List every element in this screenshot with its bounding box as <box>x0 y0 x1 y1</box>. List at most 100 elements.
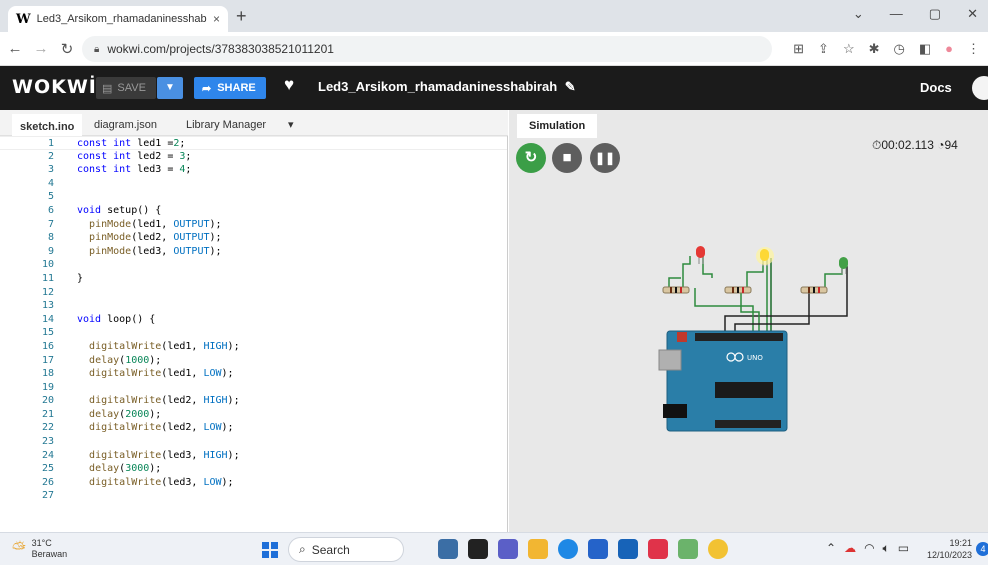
system-clock[interactable]: 19:21 12/10/2023 <box>922 537 972 561</box>
line-number: 19 <box>41 381 54 393</box>
wire-led1-anode <box>682 256 691 288</box>
minimize-button[interactable]: — <box>890 6 903 22</box>
bookmark-star-icon[interactable]: ☆ <box>843 41 855 57</box>
chrome-icon[interactable] <box>708 539 728 559</box>
code-line[interactable]: 14 void loop() { <box>0 313 507 327</box>
line-number: 3 <box>47 164 54 176</box>
project-title-text: Led3_Arsikom_rhamadaninesshabirah <box>318 79 558 94</box>
windows-start-icon[interactable] <box>262 542 278 558</box>
task-view-icon[interactable] <box>468 539 488 559</box>
code-line[interactable]: 7 pinMode(led1, OUTPUT); <box>0 218 507 232</box>
code-line[interactable]: 3 const int led3 = 4; <box>0 163 507 177</box>
save-button[interactable]: ▤ SAVE <box>96 77 156 99</box>
profile-pin-icon[interactable]: ● <box>945 41 953 57</box>
code-line[interactable]: 4 <box>0 177 507 191</box>
line-number: 22 <box>41 422 54 434</box>
code-line[interactable]: 21 delay(2000); <box>0 408 507 422</box>
code-line[interactable]: 2 const int led2 = 3; <box>0 150 507 164</box>
code-text: } <box>77 272 84 284</box>
share-page-icon[interactable]: ⇪ <box>818 41 829 57</box>
battery-icon[interactable]: ▭ <box>898 541 909 556</box>
line-number: 20 <box>41 395 54 407</box>
taskbar-search[interactable]: ⌕ Search <box>288 537 404 562</box>
code-line[interactable]: 25 delay(3000); <box>0 462 507 476</box>
code-line[interactable]: 27 <box>0 489 507 503</box>
line-number: 1 <box>47 138 54 149</box>
tab-sketch-ino[interactable]: sketch.ino <box>12 114 83 136</box>
wire-led3-anode <box>824 266 843 288</box>
notification-badge[interactable]: 4 <box>976 542 988 556</box>
browser-menu-icon[interactable]: ⋮ <box>967 41 980 57</box>
side-panel-icon[interactable]: ◧ <box>919 41 931 57</box>
close-window-button[interactable]: ✕ <box>967 6 978 22</box>
forward-arrow-icon[interactable]: → <box>30 40 52 57</box>
mcafee-icon[interactable] <box>648 539 668 559</box>
code-text: delay(3000); <box>89 463 162 475</box>
code-editor[interactable]: 1 const int led1 =2; 2 const int led2 = 3; 3… <box>0 136 508 532</box>
wokwi-logo[interactable]: WOKWİ <box>12 76 97 98</box>
app-l-icon[interactable] <box>618 539 638 559</box>
code-line[interactable]: 24 digitalWrite(led3, HIGH); <box>0 449 507 463</box>
teams-icon[interactable] <box>498 539 518 559</box>
network-alert-icon[interactable]: ☁ <box>844 541 856 556</box>
weather-widget[interactable]: ⛅︎ 31°C Berawan <box>12 538 67 560</box>
line-number: 23 <box>41 436 54 448</box>
code-line[interactable]: 1 const int led1 =2; <box>0 136 507 150</box>
code-line[interactable]: 8 pinMode(led2, OUTPUT); <box>0 231 507 245</box>
store-icon[interactable] <box>588 539 608 559</box>
pencil-icon[interactable]: ✎ <box>565 79 576 94</box>
tab-library-manager[interactable]: Library Manager <box>178 114 274 136</box>
back-arrow-icon[interactable]: ← <box>4 40 26 57</box>
code-text: delay(2000); <box>89 408 162 420</box>
code-line[interactable]: 5 <box>0 190 507 204</box>
line-number: 25 <box>41 463 54 475</box>
code-line[interactable]: 11} <box>0 272 507 286</box>
browser-tab[interactable]: W Led3_Arsikom_rhamadaninesshabirah - Wo… <box>8 6 228 32</box>
code-line[interactable]: 20 digitalWrite(led2, HIGH); <box>0 394 507 408</box>
history-icon[interactable]: ◷ <box>894 41 905 57</box>
code-line[interactable]: 26 digitalWrite(led3, LOW); <box>0 476 507 490</box>
file-explorer-icon[interactable] <box>528 539 548 559</box>
maximize-button[interactable]: ▢ <box>929 6 941 22</box>
code-line[interactable]: 10 <box>0 258 507 272</box>
code-line[interactable]: 15 <box>0 326 507 340</box>
tab-diagram-json[interactable]: diagram.json <box>86 114 165 136</box>
chevron-up-icon[interactable]: ⌃ <box>826 541 836 556</box>
code-line[interactable]: 19 <box>0 381 507 395</box>
code-line[interactable]: 17 delay(1000); <box>0 354 507 368</box>
code-line[interactable]: 9 pinMode(led3, OUTPUT); <box>0 245 507 259</box>
code-line[interactable]: 6 void setup() { <box>0 204 507 218</box>
project-title[interactable]: Led3_Arsikom_rhamadaninesshabirah ✎ <box>318 79 576 95</box>
heart-icon[interactable]: ♥ <box>284 75 294 95</box>
editor-tabs-dropdown-icon[interactable]: ▾ <box>280 114 302 136</box>
line-number: 4 <box>47 177 54 189</box>
volume-icon[interactable]: 🔈︎ <box>883 541 890 556</box>
code-line[interactable]: 22 digitalWrite(led2, LOW); <box>0 421 507 435</box>
windows-taskbar: ⛅︎ 31°C Berawan ⌕ Search ⌃ ☁ ◠ 🔈︎ ▭ 19:2… <box>0 532 988 565</box>
new-tab-button[interactable]: + <box>236 6 247 27</box>
code-line[interactable]: 16 digitalWrite(led1, HIGH); <box>0 340 507 354</box>
paint-icon[interactable] <box>678 539 698 559</box>
close-tab-icon[interactable]: × <box>213 12 220 26</box>
code-line[interactable]: 18 digitalWrite(led1, LOW); <box>0 367 507 381</box>
code-line[interactable]: 13 <box>0 299 507 313</box>
edge-icon[interactable] <box>558 539 578 559</box>
avatar[interactable] <box>972 76 988 100</box>
resistor-group <box>662 286 828 294</box>
code-text: void setup() { <box>77 204 162 216</box>
reload-icon[interactable]: ↻ <box>56 40 78 58</box>
url-field[interactable]: 🔒︎ wokwi.com/projects/378383038521011201 <box>82 36 772 62</box>
line-number: 13 <box>41 300 54 312</box>
taskbar-app-icon[interactable] <box>438 539 458 559</box>
translate-icon[interactable]: ⊞ <box>793 41 804 57</box>
docs-link[interactable]: Docs <box>920 80 952 95</box>
share-button[interactable]: ➦ SHARE <box>194 77 266 99</box>
code-line[interactable]: 12 <box>0 286 507 300</box>
wifi-icon[interactable]: ◠ <box>864 541 874 556</box>
wire-led1-cathode <box>702 256 713 278</box>
tab-search-icon[interactable]: ⌄ <box>853 6 864 22</box>
save-dropdown-button[interactable]: ▼ <box>157 77 183 99</box>
search-icon: ⌕ <box>299 542 306 556</box>
code-line[interactable]: 23 <box>0 435 507 449</box>
extensions-puzzle-icon[interactable]: ✱ <box>869 41 880 57</box>
